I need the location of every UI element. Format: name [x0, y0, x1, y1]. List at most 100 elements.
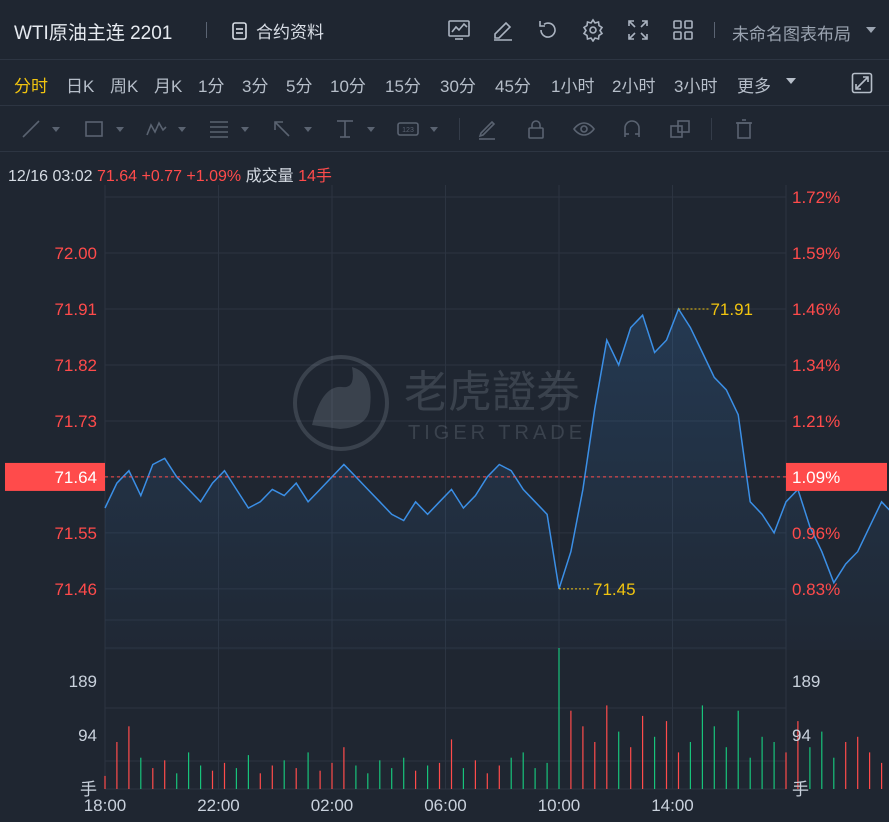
period-tab[interactable]: 2小时	[612, 72, 655, 97]
quote-price: 71.64	[96, 168, 138, 185]
volume-bar	[164, 760, 166, 789]
volume-bar	[295, 768, 297, 789]
fib-tool-icon[interactable]	[208, 118, 230, 140]
chevron-down-icon[interactable]	[241, 127, 249, 132]
volume-bar	[881, 762, 883, 789]
volume-bar	[140, 757, 142, 789]
volume-bar	[522, 752, 524, 789]
eye-icon[interactable]	[573, 118, 595, 140]
right-tick-label: 1.46%	[792, 300, 840, 319]
volume-bar	[152, 768, 154, 789]
layout-selector[interactable]: 未命名图表布局	[732, 20, 851, 45]
volume-bar	[403, 757, 405, 789]
period-tabs: 分时 日K 周K 月K 1分 3分 5分 10分 15分 30分 45分 1小时…	[0, 60, 889, 106]
volume-bar	[104, 775, 106, 789]
volume-bar	[379, 760, 381, 789]
volume-bar	[857, 736, 859, 789]
chevron-down-icon[interactable]	[304, 127, 312, 132]
edit-icon[interactable]	[491, 18, 515, 42]
pattern-tool-icon[interactable]	[145, 118, 167, 140]
volume-bar	[510, 757, 512, 789]
volume-bar	[618, 731, 620, 789]
fullscreen-icon[interactable]	[626, 18, 650, 42]
contract-info-button[interactable]: 合约资料	[230, 18, 324, 43]
volume-bar	[737, 710, 739, 789]
volume-bar	[558, 648, 560, 789]
magnet-icon[interactable]	[621, 118, 643, 140]
right-tick-label: 1.59%	[792, 244, 840, 263]
quote-volume: 14手	[298, 168, 332, 185]
period-tab[interactable]: 日K	[66, 72, 94, 97]
chevron-down-icon[interactable]	[866, 27, 876, 33]
period-tab[interactable]: 1分	[198, 72, 224, 97]
volume-tick-label: 189	[69, 672, 97, 691]
expand-icon[interactable]	[851, 72, 873, 94]
volume-bar	[630, 747, 632, 789]
settings-icon[interactable]	[581, 18, 605, 43]
period-tab[interactable]: 3小时	[674, 72, 717, 97]
right-tick-label: 1.72%	[792, 188, 840, 207]
volume-bar	[725, 747, 727, 789]
right-tick-label: 1.21%	[792, 412, 840, 431]
lock-icon[interactable]	[525, 118, 547, 140]
intraday-chart[interactable]: 老虎證券 TIGER TRADE 71.91 71.45 72.00 71.91 71…	[0, 185, 889, 822]
watermark-cn: 老虎證券	[404, 367, 580, 418]
chevron-down-icon[interactable]	[430, 127, 438, 132]
volume-bar	[462, 768, 464, 789]
document-icon	[232, 21, 247, 40]
volume-bar	[582, 726, 584, 789]
period-tab[interactable]: 周K	[110, 72, 138, 97]
quote-time: 12/16 03:02	[8, 168, 93, 185]
grid-icon[interactable]	[671, 18, 695, 42]
instrument-title[interactable]: WTI原油主连 2201	[14, 18, 172, 45]
chevron-down-icon[interactable]	[52, 127, 60, 132]
period-tab[interactable]: 15分	[385, 72, 421, 97]
text-tool-icon[interactable]: 123	[397, 118, 419, 140]
chevron-down-icon[interactable]	[178, 127, 186, 132]
chevron-down-icon[interactable]	[116, 127, 124, 132]
period-tab[interactable]: 10分	[330, 72, 366, 97]
volume-bar	[761, 736, 763, 789]
layers-icon[interactable]	[669, 118, 691, 140]
right-tick-label: 1.34%	[792, 356, 840, 375]
quote-change: +0.77	[141, 168, 182, 185]
period-tab[interactable]: 1小时	[551, 72, 594, 97]
quote-info-line: 12/16 03:02 71.64 +0.77 +1.09% 成交量 14手	[8, 162, 332, 186]
pen-icon[interactable]	[476, 118, 498, 140]
indicator-icon[interactable]	[447, 18, 471, 42]
volume-unit-label: 手	[792, 780, 809, 799]
measure-tool-icon[interactable]	[334, 118, 356, 140]
volume-bar	[785, 752, 787, 789]
chevron-down-icon[interactable]	[367, 127, 375, 132]
period-tab[interactable]: 30分	[440, 72, 476, 97]
period-tab[interactable]: 3分	[242, 72, 268, 97]
volume-bar	[176, 773, 178, 789]
rect-tool-icon[interactable]	[83, 118, 105, 140]
volume-bar	[474, 760, 476, 789]
undo-icon[interactable]	[536, 18, 560, 42]
right-tick-label: 0.96%	[792, 524, 840, 543]
more-periods-button[interactable]: 更多	[737, 72, 771, 97]
volume-bar	[450, 739, 453, 789]
volume-tick-label: 94	[792, 726, 811, 745]
trash-icon[interactable]	[733, 118, 755, 140]
period-tab[interactable]: 45分	[495, 72, 531, 97]
chevron-down-icon[interactable]	[786, 78, 796, 84]
drawing-toolbar	[0, 106, 889, 152]
time-tick-label: 10:00	[538, 796, 581, 815]
time-tick-label: 02:00	[311, 796, 354, 815]
volume-bar	[211, 770, 214, 789]
period-tab[interactable]: 分时	[14, 72, 48, 97]
line-tool-icon[interactable]	[20, 118, 42, 140]
volume-bar	[355, 765, 357, 789]
volume-bar	[869, 752, 871, 789]
time-tick-label: 18:00	[84, 796, 127, 815]
arrow-tool-icon[interactable]	[271, 118, 293, 140]
period-tab[interactable]: 5分	[286, 72, 312, 97]
volume-bar	[665, 721, 668, 789]
period-tab[interactable]: 月K	[154, 72, 182, 97]
right-tick-label: 0.83%	[792, 580, 840, 599]
divider	[714, 22, 715, 38]
volume-bar	[188, 752, 190, 789]
volume-bar	[498, 765, 500, 789]
